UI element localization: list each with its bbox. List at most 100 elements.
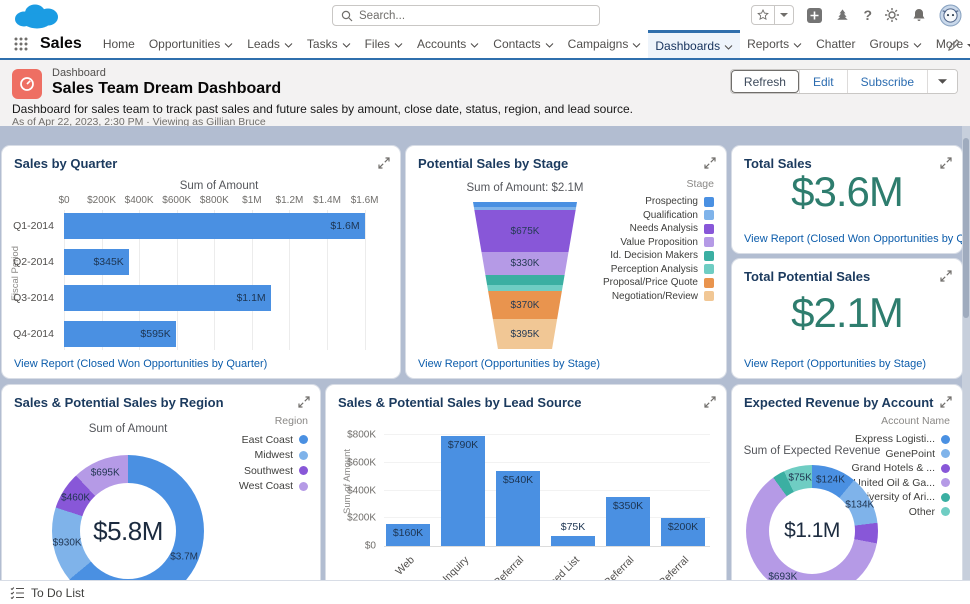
scrollbar-thumb[interactable] (963, 138, 969, 318)
legend-title: Account Name (852, 415, 950, 427)
legend-label: Value Proposition (620, 237, 698, 248)
bar-value-label: $350K (613, 500, 643, 512)
tab-leads[interactable]: Leads (240, 30, 300, 58)
y-axis-tick: $200K (347, 513, 376, 524)
legend-label: West Coast (239, 480, 293, 492)
legend-swatch (704, 264, 714, 274)
tab-label: Contacts (493, 37, 540, 51)
more-actions-button[interactable] (927, 70, 957, 93)
legend-item: Value Proposition (603, 236, 714, 250)
tab-label: Home (103, 37, 135, 51)
refresh-button[interactable]: Refresh (731, 70, 799, 93)
card-body: Sum of Amount RegionEast CoastMidwestSout… (2, 385, 320, 604)
legend-label: United Oil & Ga... (853, 477, 935, 489)
notifications-bell-icon[interactable] (912, 8, 926, 22)
trailhead-icon[interactable] (835, 8, 850, 22)
legend-swatch (704, 291, 714, 301)
tab-chatter[interactable]: Chatter (809, 30, 862, 58)
tab-reports[interactable]: Reports (740, 30, 809, 58)
legend-swatch (704, 197, 714, 207)
utility-footer: To Do List (0, 580, 970, 604)
view-report-link[interactable]: View Report (Opportunities by Stage) (418, 358, 600, 370)
legend-label: Perception Analysis (611, 264, 698, 275)
tab-opportunities[interactable]: Opportunities (142, 30, 240, 58)
funnel-segment: $330K (473, 252, 577, 275)
setup-gear-icon[interactable] (885, 8, 899, 22)
legend-swatch (941, 478, 950, 487)
legend-swatch (941, 449, 950, 458)
x-axis-title: Sum of Amount (180, 180, 259, 192)
chart-legend: RegionEast CoastMidwestSouthwestWest Coa… (239, 415, 308, 494)
chevron-down-icon (632, 37, 641, 51)
chevron-down-icon (793, 37, 802, 51)
plot-area: $0$200K$400K$600K$800K$160KWeb$790KPhone… (384, 431, 710, 547)
x-axis-tick: $1.6M (351, 195, 379, 206)
legend-swatch (299, 435, 308, 444)
slice-value-label: $930K (53, 537, 82, 548)
bar-row: Q4-2014$595K (64, 321, 374, 347)
tab-groups[interactable]: Groups (862, 30, 928, 58)
card-potential_sales_by_stage: Potential Sales by StageSum of Amount: $… (406, 146, 726, 378)
y-axis-tick: $0 (365, 541, 376, 552)
edit-navigation-pencil-icon[interactable] (948, 38, 960, 56)
view-report-link[interactable]: View Report (Closed Won Opportunities by… (14, 358, 267, 370)
tab-dashboards[interactable]: Dashboards (648, 30, 740, 58)
card-body: Sum of Expected RevenueAccount NameExpre… (732, 385, 962, 604)
x-axis-tick: $200K (87, 195, 116, 206)
user-avatar[interactable] (939, 4, 962, 27)
quick-create-icon[interactable] (807, 8, 822, 23)
legend-swatch (299, 466, 308, 475)
tab-contacts[interactable]: Contacts (486, 30, 560, 58)
chevron-down-icon (724, 39, 733, 53)
legend-label: Needs Analysis (630, 223, 698, 234)
x-axis-category: Web (393, 554, 417, 578)
legend-label: Southwest (244, 465, 293, 477)
favorites-dropdown-icon[interactable] (775, 6, 793, 24)
slice-value-label: $124K (816, 474, 845, 485)
legend-item: Prospecting (603, 195, 714, 209)
chevron-down-icon (470, 37, 479, 51)
bar-Purchased List: $75K (551, 536, 595, 546)
bar-column: $160KWeb (386, 431, 430, 546)
donut-hole: $5.8M (80, 483, 176, 579)
segment-value-label: $370K (511, 300, 540, 311)
tab-accounts[interactable]: Accounts (410, 30, 486, 58)
legend-swatch (704, 237, 714, 247)
vertical-scrollbar[interactable] (962, 126, 970, 604)
bar-column: $790KPhone Inquiry (441, 431, 485, 546)
tab-campaigns[interactable]: Campaigns (561, 30, 649, 58)
legend-swatch (704, 251, 714, 261)
tab-tasks[interactable]: Tasks (300, 30, 358, 58)
global-search[interactable] (332, 5, 600, 26)
view-report-link[interactable]: View Report (Opportunities by Stage) (744, 358, 926, 370)
todo-list-button[interactable]: To Do List (31, 586, 84, 600)
view-report-link[interactable]: View Report (Closed Won Opportunities by… (744, 233, 962, 245)
chevron-down-icon (342, 37, 351, 51)
dashboard-icon (12, 69, 42, 99)
bar-Q4-2014: $595K (64, 321, 176, 347)
legend-item: GenePoint (852, 447, 950, 462)
tab-files[interactable]: Files (358, 30, 410, 58)
help-icon[interactable]: ? (863, 7, 872, 23)
edit-button[interactable]: Edit (799, 70, 847, 93)
subscribe-button[interactable]: Subscribe (847, 70, 927, 93)
app-launcher-icon[interactable] (0, 30, 34, 58)
tab-label: Files (365, 37, 390, 51)
chevron-down-icon (394, 37, 403, 51)
legend-item: West Coast (239, 479, 308, 495)
legend-swatch (299, 482, 308, 491)
favorites-star-icon[interactable] (752, 6, 774, 24)
chart-subtitle: Sum of Amount (89, 423, 168, 435)
chart-legend: StageProspectingQualificationNeeds Analy… (603, 178, 714, 303)
search-input[interactable] (359, 10, 591, 22)
tab-label: Accounts (417, 37, 466, 51)
segment-value-label: $395K (511, 329, 540, 340)
dashboard-grid: Sales by QuarterSum of AmountFiscal Peri… (0, 126, 970, 604)
funnel-segment: $675K (473, 210, 577, 252)
tab-home[interactable]: Home (96, 30, 142, 58)
legend-item: Perception Analysis (603, 263, 714, 277)
tab-label: Groups (869, 37, 908, 51)
tab-label: Leads (247, 37, 280, 51)
bar-value-label: $790K (448, 439, 478, 451)
donut-center-value: $1.1M (784, 519, 840, 543)
